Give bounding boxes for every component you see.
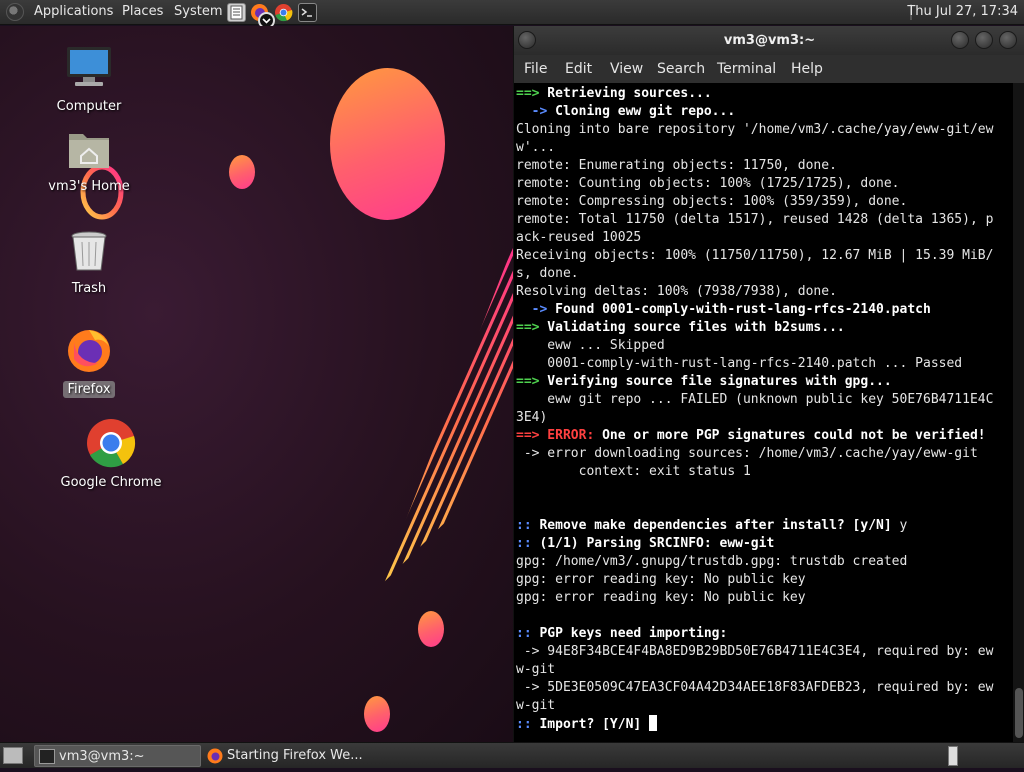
taskbar-item-firefox[interactable]: Starting Firefox We...: [203, 745, 383, 767]
gnome-menu-icon[interactable]: [6, 3, 24, 21]
terminal-line: remote: Enumerating objects: 11750, done…: [516, 158, 837, 173]
trash-icon: [71, 231, 107, 271]
desktop-icon-label: Trash: [71, 281, 107, 296]
firefox-icon: [207, 748, 223, 764]
terminal-menubar: File Edit View Search Terminal Help: [514, 55, 1024, 83]
chrome-launcher-icon[interactable]: [274, 3, 293, 22]
firefox-icon: [68, 330, 110, 372]
terminal-line: -> error downloading sources: /home/vm3/…: [516, 446, 978, 461]
terminal-line: gpg: error reading key: No public key: [516, 572, 806, 587]
menu-file[interactable]: File: [524, 61, 547, 77]
terminal-line: :: Remove make dependencies after instal…: [516, 518, 908, 533]
home-folder-icon: [69, 134, 109, 168]
terminal-line: ==> ERROR: One or more PGP signatures co…: [516, 428, 986, 443]
window-title: vm3@vm3:~: [723, 33, 816, 48]
terminal-line: -> Found 0001-comply-with-rust-lang-rfcs…: [531, 302, 931, 317]
applications-menu[interactable]: Applications: [34, 4, 113, 19]
desktop-icon-firefox[interactable]: Firefox: [34, 325, 144, 398]
minimize-icon[interactable]: [951, 31, 969, 49]
terminal-line: -> 94E8F34BCE4F4BA8ED9B29BD50E76B4711E4C…: [516, 644, 994, 659]
computer-icon: [67, 47, 111, 86]
close-icon[interactable]: [999, 31, 1017, 49]
terminal-line: ==> Verifying source file signatures wit…: [516, 374, 892, 389]
clock[interactable]: Thu Jul 27, 17:34: [907, 4, 1018, 19]
terminal-line: w-git: [516, 698, 556, 713]
desktop-icon-google-chrome[interactable]: Google Chrome: [56, 418, 166, 491]
terminal-line: eww ... Skipped: [516, 338, 665, 353]
terminal-line: w-git: [516, 662, 556, 677]
desktop-icon-label: vm3's Home: [48, 179, 130, 194]
terminal-text: ==> Retrieving sources... -> Cloning eww…: [516, 85, 1006, 734]
window-menu-icon[interactable]: [518, 31, 536, 49]
bottom-panel: vm3@vm3:~ Starting Firefox We...: [0, 742, 1024, 768]
terminal-line: eww git repo ... FAILED (unknown public …: [516, 392, 994, 407]
chrome-icon: [87, 419, 136, 468]
desktop-icon-label: Computer: [56, 99, 122, 114]
terminal-line: ack-reused 10025: [516, 230, 642, 245]
terminal-line: context: exit status 1: [516, 464, 751, 479]
terminal-line: w'...: [516, 140, 556, 155]
menu-view[interactable]: View: [610, 61, 643, 77]
menu-help[interactable]: Help: [791, 61, 823, 77]
terminal-launcher-icon[interactable]: [298, 3, 317, 22]
terminal-line: Resolving deltas: 100% (7938/7938), done…: [516, 284, 837, 299]
terminal-line: ==> Retrieving sources...: [516, 86, 712, 101]
places-menu[interactable]: Places: [122, 4, 163, 19]
terminal-output[interactable]: ==> Retrieving sources... -> Cloning eww…: [514, 83, 1024, 742]
desktop-icon-label: Firefox: [63, 381, 115, 398]
terminal-line: 3E4): [516, 410, 548, 425]
terminal-line: gpg: /home/vm3/.gnupg/trustdb.gpg: trust…: [516, 554, 908, 569]
maximize-icon[interactable]: [975, 31, 993, 49]
desktop[interactable]: Computer vm3's Home Trash Firefox Google…: [0, 26, 513, 742]
text-editor-launcher-icon[interactable]: [227, 3, 246, 22]
terminal-line: :: Import? [Y/N]: [516, 715, 1006, 734]
workspace-switcher[interactable]: [948, 746, 958, 766]
scrollbar-thumb[interactable]: [1015, 688, 1023, 738]
terminal-titlebar[interactable]: vm3@vm3:~: [514, 26, 1024, 55]
terminal-line: Receiving objects: 100% (11750/11750), 1…: [516, 248, 994, 263]
terminal-line: remote: Compressing objects: 100% (359/3…: [516, 194, 908, 209]
terminal-line: s, done.: [516, 266, 579, 281]
text-cursor: [649, 715, 658, 731]
desktop-icon-label: Google Chrome: [60, 475, 162, 490]
menu-edit[interactable]: Edit: [565, 61, 592, 77]
taskbar-item-label: vm3@vm3:~: [59, 749, 145, 764]
terminal-icon: [39, 749, 55, 764]
menu-search[interactable]: Search: [657, 61, 705, 77]
desktop-icon-home[interactable]: vm3's Home: [34, 126, 144, 195]
terminal-line: remote: Counting objects: 100% (1725/172…: [516, 176, 900, 191]
terminal-line: ==> Validating source files with b2sums.…: [516, 320, 845, 335]
taskbar-item-label: Starting Firefox We...: [227, 748, 363, 763]
system-menu[interactable]: System: [174, 4, 222, 19]
terminal-line: Cloning into bare repository '/home/vm3/…: [516, 122, 994, 137]
terminal-line: remote: Total 11750 (delta 1517), reused…: [516, 212, 994, 227]
top-panel: Applications Places System Thu Jul 27, 1…: [0, 0, 1024, 29]
show-desktop-icon[interactable]: [3, 747, 23, 764]
terminal-line: -> Cloning eww git repo...: [531, 104, 736, 119]
terminal-line: -> 5DE3E0509C47EA3CF04A42D34AEE18F83AFDE…: [516, 680, 994, 695]
terminal-line: gpg: error reading key: No public key: [516, 590, 806, 605]
terminal-line: :: PGP keys need importing:: [516, 626, 728, 641]
desktop-icon-trash[interactable]: Trash: [34, 228, 144, 297]
taskbar-item-terminal[interactable]: vm3@vm3:~: [34, 745, 201, 767]
terminal-line: :: (1/1) Parsing SRCINFO: eww-git: [516, 536, 775, 551]
terminal-scrollbar[interactable]: [1013, 83, 1024, 742]
menu-terminal[interactable]: Terminal: [717, 61, 776, 77]
terminal-line: 0001-comply-with-rust-lang-rfcs-2140.pat…: [516, 356, 963, 371]
desktop-icon-computer[interactable]: Computer: [34, 44, 144, 115]
terminal-window[interactable]: vm3@vm3:~ File Edit View Search Terminal…: [513, 26, 1024, 742]
